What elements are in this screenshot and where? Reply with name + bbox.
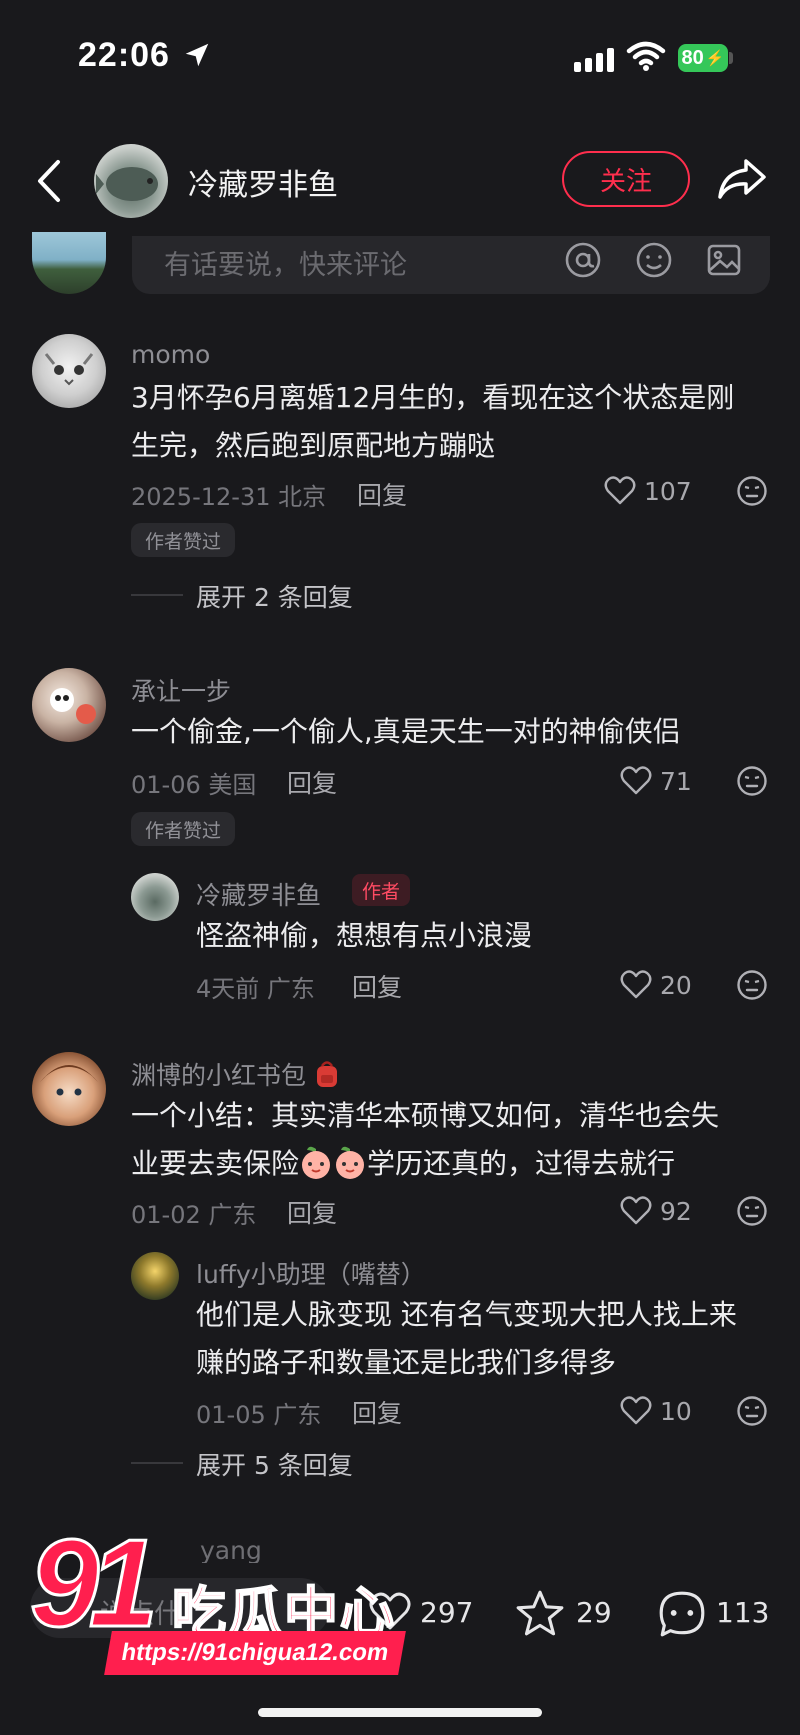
backpack-emoji-icon xyxy=(316,1061,337,1087)
dislike-face-icon[interactable] xyxy=(736,969,768,1001)
reply-text: 怪盗神偷，想想有点小浪漫 xyxy=(196,919,533,952)
divider xyxy=(131,1462,183,1464)
comment-date-location: 2025-12-31 北京 xyxy=(131,483,327,511)
heart-icon[interactable] xyxy=(604,476,636,506)
reply-username[interactable]: luffy小助理（嘴替） xyxy=(196,1255,426,1291)
dislike-face-icon[interactable] xyxy=(736,475,768,507)
comment-avatar[interactable] xyxy=(32,334,106,408)
my-avatar xyxy=(32,232,106,294)
heart-icon[interactable] xyxy=(620,970,652,1000)
peach-emoji-icon xyxy=(302,1146,331,1179)
star-icon[interactable] xyxy=(514,1588,566,1638)
reply-date-location: 4天前 广东 xyxy=(196,975,315,1003)
comment-input-placeholder: 有话要说，快来评论 xyxy=(164,250,407,281)
reply-button[interactable]: 回复 xyxy=(352,968,402,1004)
post-star-count: 29 xyxy=(576,1596,612,1629)
comment-avatar[interactable] xyxy=(32,668,106,742)
comment-text-line: 业要去卖保险 学历还真的，过得去就行 xyxy=(131,1140,719,1188)
reply-username[interactable]: 冷藏罗非鱼 xyxy=(196,876,321,912)
comment-avatar[interactable] xyxy=(32,1052,106,1126)
battery-level: 80 xyxy=(681,46,704,69)
dislike-face-icon[interactable] xyxy=(736,1395,768,1427)
dislike-face-icon[interactable] xyxy=(736,765,768,797)
comment-text: 3月怀孕6月离婚12月生的，看现在这个状态是刚 生完，然后跑到原配地方蹦哒 xyxy=(131,374,734,470)
reply-button[interactable]: 回复 xyxy=(287,764,337,800)
heart-icon[interactable] xyxy=(620,1196,652,1226)
author-liked-badge: 作者赞过 xyxy=(131,523,236,557)
share-icon[interactable] xyxy=(716,155,768,203)
comment-text-line: 3月怀孕6月离婚12月生的，看现在这个状态是刚 xyxy=(131,381,735,414)
heart-icon[interactable] xyxy=(620,766,652,796)
comment-date-location: 01-02 广东 xyxy=(131,1201,257,1229)
follow-button[interactable]: 关注 xyxy=(562,151,690,207)
like-count: 107 xyxy=(644,477,692,506)
comment-text-segment: 学历还真的，过得去就行 xyxy=(367,1147,676,1180)
comment-text-segment: 业要去卖保险 xyxy=(131,1147,300,1180)
reply-text-line: 赚的路子和数量还是比我们多得多 xyxy=(196,1346,617,1379)
comment-username-partial: yang xyxy=(200,1536,262,1565)
divider xyxy=(131,594,183,596)
comment-date-location: 01-06 美国 xyxy=(131,771,257,799)
like-count: 71 xyxy=(660,767,692,796)
peach-emoji-icon xyxy=(336,1146,365,1179)
heart-icon[interactable] xyxy=(620,1396,652,1426)
back-chevron-icon[interactable] xyxy=(34,158,64,204)
reply-avatar[interactable] xyxy=(131,1252,179,1300)
dislike-face-icon[interactable] xyxy=(736,1195,768,1227)
location-arrow-icon xyxy=(185,43,209,67)
comment-text-line: 一个小结：其实清华本硕博又如何，清华也会失 xyxy=(131,1099,720,1132)
battery-tip xyxy=(729,52,733,64)
reply-date-location: 01-05 广东 xyxy=(196,1401,322,1429)
expand-replies-button[interactable]: 展开 2 条回复 xyxy=(196,578,353,614)
image-icon[interactable] xyxy=(704,240,744,280)
emoji-icon[interactable] xyxy=(634,240,674,280)
post-like-count: 297 xyxy=(420,1596,474,1629)
reply-button[interactable]: 回复 xyxy=(352,1394,402,1430)
battery-icon: 80 ⚡ xyxy=(678,44,728,72)
reply-button[interactable]: 回复 xyxy=(287,1194,337,1230)
comment-bubble-icon[interactable] xyxy=(656,1588,708,1640)
reply-avatar[interactable] xyxy=(131,873,179,921)
header-avatar[interactable] xyxy=(94,144,168,218)
post-comment-count: 113 xyxy=(716,1596,770,1629)
comment-username[interactable]: 承让一步 xyxy=(131,672,231,708)
expand-replies-button[interactable]: 展开 5 条回复 xyxy=(196,1446,353,1482)
home-indicator xyxy=(258,1708,542,1717)
comment-username[interactable]: 渊博的小红书包 xyxy=(131,1056,340,1092)
like-count: 20 xyxy=(660,971,692,1000)
like-count: 10 xyxy=(660,1397,692,1426)
comment-text-line: 生完，然后跑到原配地方蹦哒 xyxy=(131,429,496,462)
author-tag: 作者 xyxy=(352,874,411,906)
page-title[interactable]: 冷藏罗非鱼 xyxy=(188,160,338,204)
status-time: 22:06 xyxy=(78,36,170,74)
reply-text: 他们是人脉变现 还有名气变现大把人找上来 赚的路子和数量还是比我们多得多 xyxy=(196,1291,737,1387)
at-icon[interactable] xyxy=(563,240,603,280)
comment-username[interactable]: momo xyxy=(131,340,210,369)
reply-button[interactable]: 回复 xyxy=(357,476,407,512)
comment-text: 一个偷金,一个偷人,真是天生一对的神偷侠侣 xyxy=(131,715,681,748)
signal-icon xyxy=(574,48,614,72)
watermark-url: https://91chigua12.com xyxy=(104,1631,406,1675)
comment-username-text: 渊博的小红书包 xyxy=(131,1061,307,1090)
wifi-icon xyxy=(626,41,666,71)
comment-text: 一个小结：其实清华本硕博又如何，清华也会失 业要去卖保险 学历还真的，过得去就行 xyxy=(131,1092,719,1188)
like-count: 92 xyxy=(660,1197,692,1226)
watermark-logo: 91 xyxy=(29,1515,160,1653)
author-liked-badge: 作者赞过 xyxy=(131,812,236,846)
reply-text-line: 他们是人脉变现 还有名气变现大把人找上来 xyxy=(196,1298,737,1331)
